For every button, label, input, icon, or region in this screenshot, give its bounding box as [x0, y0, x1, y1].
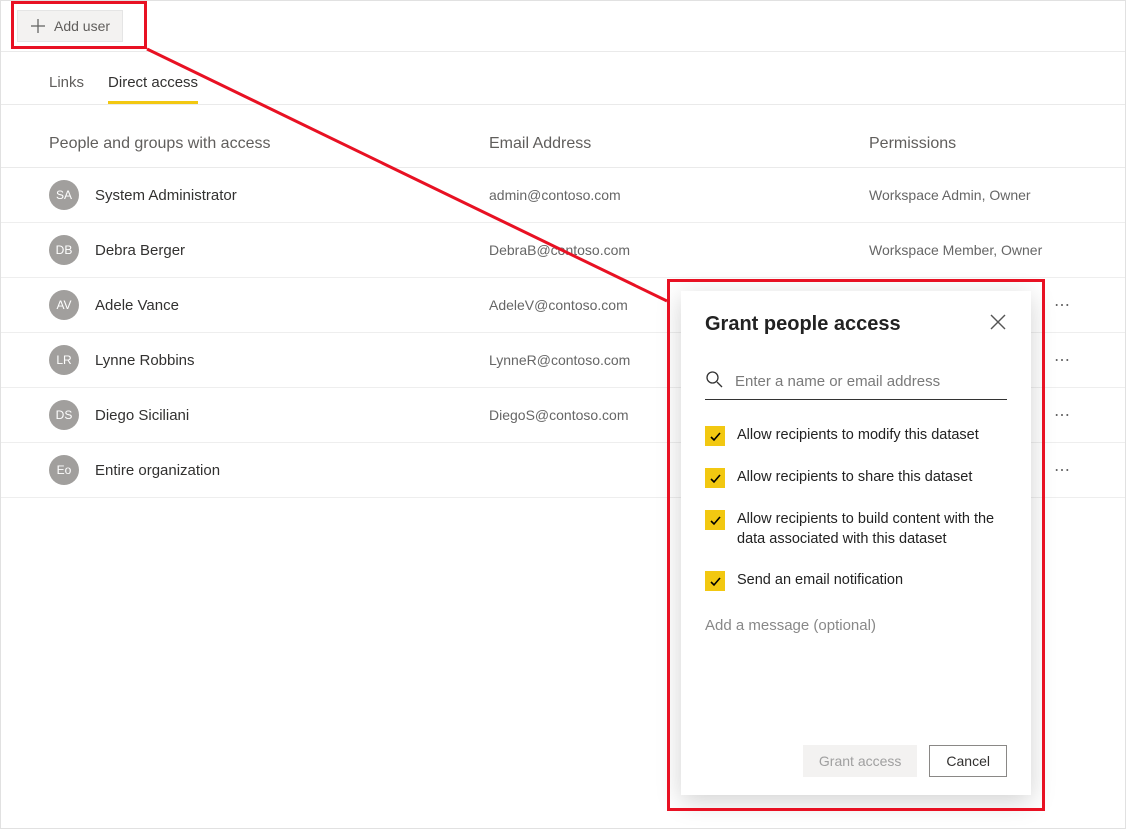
column-header-email: Email Address [489, 135, 869, 153]
option-row: Send an email notification [705, 571, 1007, 591]
option-row: Allow recipients to share this dataset [705, 468, 1007, 488]
avatar: LR [49, 345, 79, 375]
row-email: admin@contoso.com [489, 187, 869, 203]
row-name: Lynne Robbins [95, 352, 489, 369]
avatar: DB [49, 235, 79, 265]
row-email: DebraB@contoso.com [489, 242, 869, 258]
option-row: Allow recipients to modify this dataset [705, 426, 1007, 446]
options-list: Allow recipients to modify this dataset A… [705, 426, 1007, 591]
dialog-title: Grant people access [705, 313, 901, 336]
more-icon[interactable]: ⋯ [1049, 295, 1077, 315]
cancel-button[interactable]: Cancel [929, 745, 1007, 777]
avatar: SA [49, 180, 79, 210]
plus-icon [30, 18, 46, 34]
grant-access-button[interactable]: Grant access [803, 745, 917, 777]
checkbox[interactable] [705, 510, 725, 530]
more-icon[interactable]: ⋯ [1049, 405, 1077, 425]
checkbox-label: Allow recipients to build content with t… [737, 510, 1007, 549]
tab-direct-access[interactable]: Direct access [108, 74, 198, 104]
grant-access-dialog: Grant people access Allow recipients to … [681, 291, 1031, 795]
add-user-label: Add user [54, 18, 110, 34]
row-permissions: Workspace Member, Owner [869, 242, 1077, 258]
row-permissions: Workspace Admin, Owner [869, 187, 1077, 203]
table-row: DB Debra BergerDebraB@contoso.comWorkspac… [1, 223, 1125, 278]
table-header: People and groups with access Email Addr… [1, 105, 1125, 168]
message-input[interactable]: Add a message (optional) [705, 617, 1007, 634]
checkbox-label: Allow recipients to share this dataset [737, 468, 972, 488]
row-name: Diego Siciliani [95, 407, 489, 424]
row-name: System Administrator [95, 187, 489, 204]
row-name: Adele Vance [95, 297, 489, 314]
column-header-permissions: Permissions [869, 135, 1077, 153]
checkbox[interactable] [705, 468, 725, 488]
more-icon[interactable]: ⋯ [1049, 460, 1077, 480]
row-name: Debra Berger [95, 242, 489, 259]
toolbar: Add user [1, 1, 1125, 52]
checkbox-label: Allow recipients to modify this dataset [737, 426, 979, 446]
recipient-input[interactable] [733, 372, 1007, 391]
tabs: Links Direct access [1, 52, 1125, 105]
checkbox[interactable] [705, 571, 725, 591]
more-icon[interactable]: ⋯ [1049, 350, 1077, 370]
avatar: Eo [49, 455, 79, 485]
checkbox[interactable] [705, 426, 725, 446]
close-icon[interactable] [989, 313, 1007, 336]
app-frame: Add user Links Direct access People and … [0, 0, 1126, 829]
search-row [705, 364, 1007, 400]
search-icon [705, 370, 723, 393]
option-row: Allow recipients to build content with t… [705, 510, 1007, 549]
add-user-button[interactable]: Add user [17, 10, 123, 42]
table-row: SA System Administratoradmin@contoso.comW… [1, 168, 1125, 223]
avatar: AV [49, 290, 79, 320]
column-header-name: People and groups with access [49, 135, 489, 153]
tab-links[interactable]: Links [49, 74, 84, 104]
checkbox-label: Send an email notification [737, 571, 903, 591]
avatar: DS [49, 400, 79, 430]
row-name: Entire organization [95, 462, 489, 479]
